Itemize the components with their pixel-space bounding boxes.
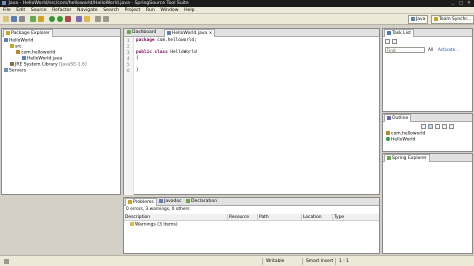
tree-item-servers[interactable]: Servers	[4, 68, 26, 75]
filter-icon[interactable]	[392, 39, 397, 44]
column-header-location[interactable]: Location	[302, 214, 333, 221]
java-perspective-button[interactable]: Java	[408, 15, 429, 24]
debug-icon[interactable]	[49, 16, 55, 22]
print-icon[interactable]	[19, 16, 25, 22]
package-explorer-icon	[6, 30, 10, 35]
problems-icon	[128, 199, 132, 204]
project-icon	[4, 38, 8, 42]
problems-summary: 0 errors, 3 warnings, 0 others	[126, 207, 190, 212]
sort-icon[interactable]	[421, 124, 426, 129]
new-task-icon[interactable]	[385, 39, 390, 44]
team-sync-perspective-button[interactable]: Team Synchr...	[431, 15, 474, 24]
tab-dashboard[interactable]: Dashboard	[125, 29, 158, 37]
code-line[interactable]: package com.helloworld;	[136, 38, 197, 44]
outline-item-class[interactable]: HelloWorld	[386, 137, 415, 144]
dashboard-icon	[127, 29, 131, 34]
menu-file[interactable]: File	[3, 8, 11, 13]
menu-refactor[interactable]: Refactor	[52, 8, 71, 13]
servers-folder-icon	[4, 68, 8, 72]
status-bar: Writable Smart Insert 1 : 1	[0, 255, 474, 266]
tab-spring-explorer[interactable]: Spring Explorer	[384, 154, 430, 162]
menu-navigate[interactable]: Navigate	[77, 8, 98, 13]
source-folder-icon	[10, 44, 14, 48]
class-icon	[386, 137, 390, 141]
window-title-bar: Java - HelloWorld/src/com/helloworld/Hel…	[0, 0, 474, 7]
problems-table-header: Description Resource Path Location Type	[124, 214, 379, 221]
minimize-button[interactable]: _	[449, 0, 457, 7]
menu-project[interactable]: Project	[125, 8, 141, 13]
menu-run[interactable]: Run	[146, 8, 155, 13]
code-line[interactable]: public class HelloWorld	[136, 50, 197, 56]
column-header-path[interactable]: Path	[258, 214, 302, 221]
window-title: Java - HelloWorld/src/com/helloworld/Hel…	[8, 1, 189, 6]
column-header-description[interactable]: Description	[124, 214, 228, 221]
hide-static-icon[interactable]	[435, 124, 440, 129]
insert-mode-status: Smart Insert	[302, 258, 335, 265]
tab-declaration[interactable]: Declaration	[184, 198, 219, 206]
menu-bar: File Edit Source Refactor Navigate Searc…	[0, 7, 474, 14]
find-input[interactable]: Find	[385, 47, 425, 53]
outline-icon	[387, 115, 391, 120]
package-icon	[16, 50, 20, 54]
javadoc-icon	[159, 198, 163, 203]
java-file-icon	[167, 30, 171, 35]
code-line[interactable]: }	[136, 68, 139, 74]
app-icon	[2, 0, 6, 5]
table-row[interactable]: Warnings (3 items)	[130, 222, 178, 229]
tab-helloworld-java[interactable]: HelloWorld.java ×	[164, 29, 216, 37]
hide-local-types-icon[interactable]	[449, 124, 454, 129]
package-explorer-panel: Package Explorer HelloWorld src com.hell…	[1, 28, 121, 195]
tab-problems[interactable]: Problems	[125, 198, 157, 206]
java-perspective-icon	[411, 16, 415, 21]
all-filter-link[interactable]: All	[428, 47, 433, 53]
hide-fields-icon[interactable]	[428, 124, 433, 129]
library-icon	[10, 62, 14, 66]
new-project-icon[interactable]	[30, 16, 36, 22]
task-list-panel: Task List Find All Activate...	[382, 28, 473, 112]
activate-link[interactable]: Activate...	[438, 47, 459, 53]
close-button[interactable]: ✕	[465, 0, 473, 7]
new-package-icon[interactable]	[38, 16, 44, 22]
java-file-icon	[22, 56, 26, 60]
external-tools-icon[interactable]	[65, 16, 71, 22]
menu-search[interactable]: Search	[103, 8, 119, 13]
column-header-resource[interactable]: Resource	[228, 214, 258, 221]
back-icon[interactable]	[95, 16, 101, 22]
line-number: 6	[127, 68, 130, 73]
menu-window[interactable]: Window	[160, 8, 178, 13]
spring-leaf-icon	[387, 155, 391, 160]
tab-package-explorer[interactable]: Package Explorer	[3, 29, 53, 37]
hide-nonpublic-icon[interactable]	[442, 124, 447, 129]
close-tab-icon[interactable]: ×	[209, 31, 213, 36]
declaration-icon	[186, 198, 190, 203]
menu-edit[interactable]: Edit	[16, 8, 25, 13]
forward-icon[interactable]	[103, 16, 109, 22]
fast-view-icon[interactable]	[4, 259, 9, 264]
search-icon[interactable]	[84, 16, 90, 22]
problems-panel: Problems Javadoc Declaration 0 errors, 3…	[123, 197, 380, 254]
menu-help[interactable]: Help	[184, 8, 194, 13]
spring-explorer-panel: Spring Explorer	[382, 153, 473, 254]
outline-panel: Outline com.helloworld HelloWorld	[382, 113, 473, 152]
writable-status: Writable	[262, 258, 302, 265]
task-list-icon	[387, 30, 391, 35]
new-icon[interactable]	[3, 16, 9, 22]
cursor-position: 1 : 1	[335, 258, 365, 265]
run-icon[interactable]	[57, 16, 63, 22]
warning-icon	[130, 222, 134, 226]
tab-outline[interactable]: Outline	[384, 114, 412, 122]
editor-panel: Dashboard HelloWorld.java × 1 2 3 4 5 6 …	[123, 28, 380, 195]
main-toolbar: Java Team Synchr...	[0, 14, 474, 25]
open-type-icon[interactable]	[76, 16, 82, 22]
tab-javadoc[interactable]: Javadoc	[157, 198, 184, 206]
tab-task-list[interactable]: Task List	[384, 29, 415, 37]
package-icon	[386, 131, 390, 135]
team-sync-icon	[434, 16, 438, 21]
column-header-type[interactable]: Type	[333, 214, 379, 221]
code-line[interactable]: {	[136, 56, 139, 62]
maximize-button[interactable]: □	[457, 0, 465, 7]
menu-source[interactable]: Source	[31, 8, 47, 13]
save-icon[interactable]	[11, 16, 17, 22]
